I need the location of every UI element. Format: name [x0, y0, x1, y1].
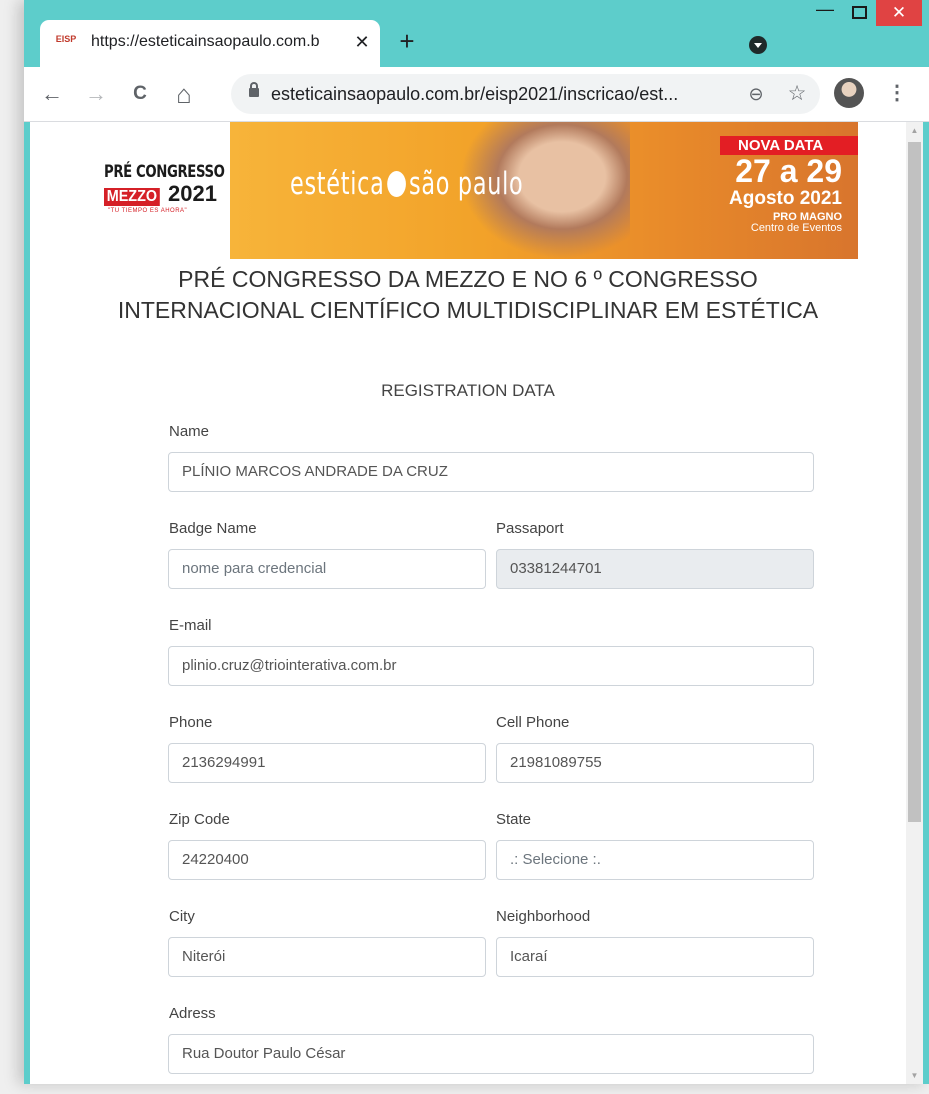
scroll-down-arrow-icon[interactable]: ▼ — [906, 1067, 923, 1084]
email-label: E-mail — [169, 617, 212, 634]
estetica-sao-paulo-logo: estética são paulo — [290, 166, 523, 202]
mezzo-text: MEZZO — [104, 188, 160, 206]
tab-close-icon[interactable]: ✕ — [350, 30, 374, 54]
phone-input[interactable]: 2136294991 — [168, 743, 486, 783]
browser-tab[interactable]: EISP https://esteticainsaopaulo.com.b ✕ — [40, 20, 380, 67]
title-bar: EISP https://esteticainsaopaulo.com.b ✕ … — [24, 0, 929, 67]
state-select[interactable]: .: Selecione :. — [496, 840, 814, 880]
event-banner: PRÉ CONGRESSO MEZZO 2021 "TU TIEMPO ES AH… — [86, 122, 858, 259]
badge-name-input[interactable]: nome para credencial — [168, 549, 486, 589]
tagline-text: "TU TIEMPO ES AHORA" — [108, 208, 188, 214]
home-button[interactable]: ⌂ — [168, 78, 200, 110]
chrome-profile-icon[interactable] — [749, 36, 767, 54]
name-label: Name — [169, 423, 210, 440]
passport-label: Passaport — [496, 520, 564, 537]
forward-button[interactable]: → — [80, 78, 112, 110]
mezzo-line: MEZZO 2021 — [104, 181, 217, 207]
address-input[interactable]: Rua Doutor Paulo César — [168, 1034, 814, 1074]
pre-congresso-text: PRÉ CONGRESSO — [104, 162, 225, 182]
zip-code-input[interactable]: 24220400 — [168, 840, 486, 880]
minimize-button[interactable]: — — [808, 0, 842, 26]
event-dates: 27 a 29 — [735, 153, 842, 189]
scroll-thumb[interactable] — [908, 142, 921, 822]
back-button[interactable]: ← — [36, 78, 68, 110]
state-label: State — [496, 811, 532, 828]
page-title: PRÉ CONGRESSO DA MEZZO E NO 6 º CONGRESS… — [117, 266, 819, 323]
section-title: REGISTRATION DATA — [381, 381, 555, 400]
event-venue-sub: Centro de Eventos — [750, 222, 842, 234]
site-favicon-icon: EISP — [55, 34, 77, 44]
pre-congresso-logo: PRÉ CONGRESSO MEZZO 2021 "TU TIEMPO ES AH… — [86, 122, 226, 259]
name-input[interactable]: PLÍNIO MARCOS ANDRADE DA CRUZ — [168, 452, 814, 492]
lock-icon[interactable] — [249, 82, 259, 97]
mezzo-year: 2021 — [168, 181, 217, 206]
neighborhood-input[interactable]: Icaraí — [496, 937, 814, 977]
neighborhood-label: Neighborhood — [496, 908, 591, 925]
brand-left: estética — [290, 166, 385, 202]
new-tab-button[interactable]: + — [392, 27, 422, 57]
user-avatar[interactable] — [834, 78, 864, 108]
browser-toolbar: ← → C ⌂ esteticainsaopaulo.com.br/eisp20… — [24, 67, 929, 122]
phone-label: Phone — [169, 714, 213, 731]
brand-right: são paulo — [408, 166, 524, 202]
event-month: Agosto 2021 — [729, 188, 842, 209]
close-window-button[interactable]: ✕ — [876, 0, 922, 26]
cell-phone-input[interactable]: 21981089755 — [496, 743, 814, 783]
cell-phone-label: Cell Phone — [496, 714, 570, 731]
brand-circle-icon — [387, 171, 407, 197]
city-label: City — [169, 908, 195, 925]
email-input[interactable]: plinio.cruz@triointerativa.com.br — [168, 646, 814, 686]
zoom-icon[interactable]: ⊖ — [743, 80, 769, 108]
menu-kebab-icon[interactable]: ⋮ — [884, 78, 910, 108]
passport-input[interactable]: 03381244701 — [496, 549, 814, 589]
address-bar[interactable]: esteticainsaopaulo.com.br/eisp2021/inscr… — [231, 74, 820, 114]
event-promo: estética são paulo NOVA DATA 27 a 29 Agos… — [230, 122, 858, 259]
maximize-button[interactable] — [842, 0, 876, 26]
tab-title: https://esteticainsaopaulo.com.b — [91, 33, 320, 50]
address-label: Adress — [169, 1005, 216, 1022]
reload-button[interactable]: C — [124, 78, 156, 110]
bookmark-star-icon[interactable]: ☆ — [784, 80, 810, 108]
url-text[interactable]: esteticainsaopaulo.com.br/eisp2021/inscr… — [271, 84, 678, 105]
city-input[interactable]: Niterói — [168, 937, 486, 977]
badge-name-label: Badge Name — [169, 520, 257, 537]
zip-code-label: Zip Code — [169, 811, 230, 828]
scroll-up-arrow-icon[interactable]: ▲ — [906, 122, 923, 139]
page-viewport: PRÉ CONGRESSO MEZZO 2021 "TU TIEMPO ES AH… — [30, 122, 906, 1084]
page-scrollbar[interactable]: ▲ ▼ — [906, 122, 923, 1084]
browser-window: EISP https://esteticainsaopaulo.com.b ✕ … — [24, 0, 929, 1084]
